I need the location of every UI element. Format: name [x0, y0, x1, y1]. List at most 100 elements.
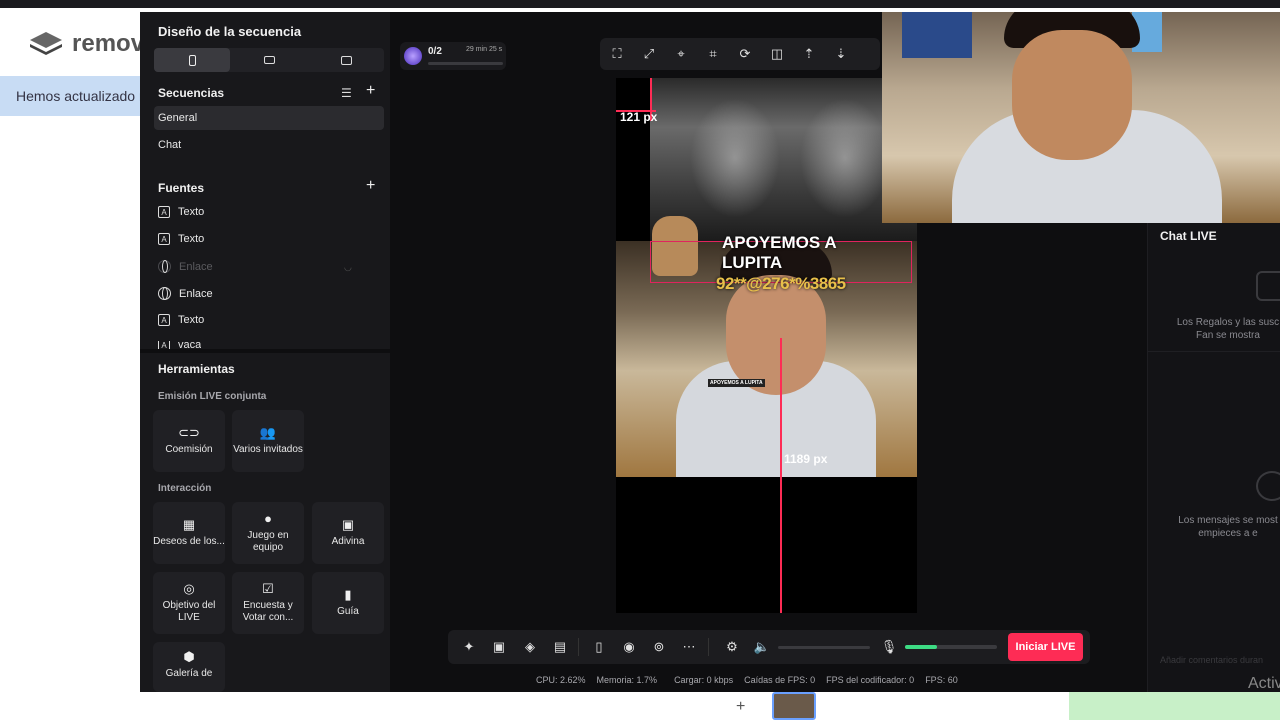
tool-label: Coemisión: [165, 444, 213, 455]
phone-icon[interactable]: ▯: [591, 639, 607, 655]
camera-settings-icon[interactable]: ⊚: [651, 639, 667, 655]
fit-icon[interactable]: ⛶: [608, 45, 626, 63]
browser-tab-bar: [0, 0, 1280, 8]
person-face: [1012, 30, 1132, 160]
sequence-label: General: [158, 112, 198, 124]
record-icon[interactable]: ◉: [621, 639, 637, 655]
tool-juego-equipo[interactable]: ● Juego en equipo: [232, 502, 304, 564]
orientation-switcher: [154, 48, 384, 72]
chat-input[interactable]: Añadir comentarios duran: [1160, 655, 1280, 665]
text-icon: A: [158, 341, 170, 349]
layer-down-icon[interactable]: ⇣: [832, 45, 850, 63]
globe-icon: [158, 287, 171, 300]
crop-icon[interactable]: ⌗: [704, 45, 722, 63]
tool-label: Objetivo del LIVE: [162, 600, 216, 623]
stream-preview[interactable]: APOYEMOS A LUPITA APOYEMOS A LUPITA 92**…: [616, 78, 917, 613]
code-overlay[interactable]: 92**@276*%3865: [716, 274, 846, 294]
add-scene-icon[interactable]: +: [736, 698, 745, 716]
mic-level[interactable]: [905, 645, 997, 649]
headline-overlay[interactable]: APOYEMOS A LUPITA: [722, 233, 882, 273]
source-item[interactable]: Avaca: [158, 341, 201, 349]
dual-layout-icon: [340, 55, 352, 65]
background-green-area: [1069, 692, 1280, 720]
layer-up-icon[interactable]: ⇡: [800, 45, 818, 63]
portrait-button[interactable]: [154, 48, 230, 72]
source-label: vaca: [178, 341, 202, 349]
text-icon: A: [158, 206, 170, 218]
more-icon[interactable]: ⋯: [681, 639, 697, 655]
rotate-icon[interactable]: ⟳: [736, 45, 754, 63]
text-icon: A: [158, 314, 170, 326]
caption-icon[interactable]: ▤: [552, 639, 568, 655]
messages-icon: [1256, 471, 1280, 501]
tool-galeria[interactable]: ⬢ Galería de: [153, 642, 225, 692]
source-item[interactable]: A Texto: [158, 314, 204, 326]
sources-heading: Fuentes: [158, 181, 205, 195]
chat-panel: Chat LIVE Los Regalos y las susc Fan se …: [1147, 223, 1280, 692]
logo-icon: [30, 32, 62, 55]
tool-deseos[interactable]: ▦ Deseos de los...: [153, 502, 225, 564]
chat-divider: [1148, 351, 1280, 352]
source-label: Texto: [178, 314, 205, 326]
source-label: Enlace: [179, 260, 213, 273]
volume-slider[interactable]: [778, 646, 870, 649]
source-item-hidden[interactable]: Enlace: [158, 260, 213, 273]
speaker-icon[interactable]: 🔈: [754, 639, 770, 655]
screen-icon[interactable]: ▣: [491, 639, 507, 655]
cohost-group-label: Emisión LIVE conjunta: [158, 391, 267, 402]
center-icon[interactable]: ⌖: [672, 45, 690, 63]
source-item[interactable]: A Texto: [158, 206, 204, 218]
tool-label: Adivina: [331, 536, 365, 547]
wishlist-icon: ▦: [182, 517, 196, 532]
source-item[interactable]: A Texto: [158, 233, 204, 245]
magic-icon[interactable]: ✦: [461, 639, 477, 655]
tool-objetivo[interactable]: ◎ Objetivo del LIVE: [153, 572, 225, 634]
hidden-eye-icon[interactable]: ◡: [344, 262, 352, 273]
activation-watermark: Activ: [1248, 675, 1280, 692]
guess-icon: ▣: [341, 517, 355, 532]
landscape-button[interactable]: [231, 48, 307, 72]
scene-thumbnail[interactable]: [772, 692, 816, 720]
ai-icon[interactable]: ◈: [522, 639, 538, 655]
add-sequence-icon[interactable]: +: [366, 82, 375, 100]
panel-divider: [140, 349, 390, 353]
upload-stat: Cargar: 0 kbps: [674, 675, 734, 685]
sequence-item-chat[interactable]: Chat: [154, 133, 384, 157]
tool-label: Deseos de los...: [153, 536, 225, 547]
preview-toolbar: ⛶ ⤢ ⌖ ⌗ ⟳ ◫ ⇡ ⇣: [600, 38, 880, 70]
source-item[interactable]: Enlace: [158, 287, 213, 300]
poster-image: [902, 12, 972, 58]
goal-time: 29 min 25 s: [466, 46, 503, 53]
bottom-distance-label: 1189 px: [784, 452, 828, 466]
tool-label: Guía: [337, 606, 359, 617]
dual-layout-button[interactable]: [308, 48, 384, 72]
xray-shape: [690, 98, 780, 218]
tools-heading: Herramientas: [158, 362, 235, 376]
tool-encuesta[interactable]: ☑ Encuesta y Votar con...: [232, 572, 304, 634]
goal-widget[interactable]: 0/2 29 min 25 s: [400, 42, 506, 70]
ctrl-divider: [578, 638, 579, 656]
gift-icon: [1256, 271, 1280, 301]
sequence-item-general[interactable]: General: [154, 106, 384, 130]
globe-icon: [158, 260, 171, 273]
panel-title: Diseño de la secuencia: [158, 24, 302, 39]
list-icon[interactable]: ☰: [341, 86, 352, 100]
fps-drops-stat: Caídas de FPS: 0: [744, 675, 816, 685]
add-source-icon[interactable]: +: [366, 177, 375, 195]
tool-label: Varios invitados: [233, 444, 303, 455]
tool-guia[interactable]: ▮ Guía: [312, 572, 384, 634]
tool-varios-invitados[interactable]: 👥 Varios invitados: [232, 410, 304, 472]
tool-adivina[interactable]: ▣ Adivina: [312, 502, 384, 564]
flip-icon[interactable]: ◫: [768, 45, 786, 63]
link-icon: ⊂⊃: [178, 425, 200, 440]
interaction-group-label: Interacción: [158, 483, 212, 494]
poll-icon: ☑: [262, 581, 274, 596]
mic-icon[interactable]: 🎙: [881, 639, 898, 655]
start-live-button[interactable]: Iniciar LIVE: [1008, 633, 1083, 661]
portrait-icon: [188, 54, 196, 66]
tool-label: Encuesta y Votar con...: [242, 600, 294, 623]
mixer-icon[interactable]: ⚙: [724, 639, 740, 655]
tool-coemision[interactable]: ⊂⊃ Coemisión: [153, 410, 225, 472]
tool-label: Juego en equipo: [247, 530, 289, 553]
expand-icon[interactable]: ⤢: [640, 45, 658, 63]
